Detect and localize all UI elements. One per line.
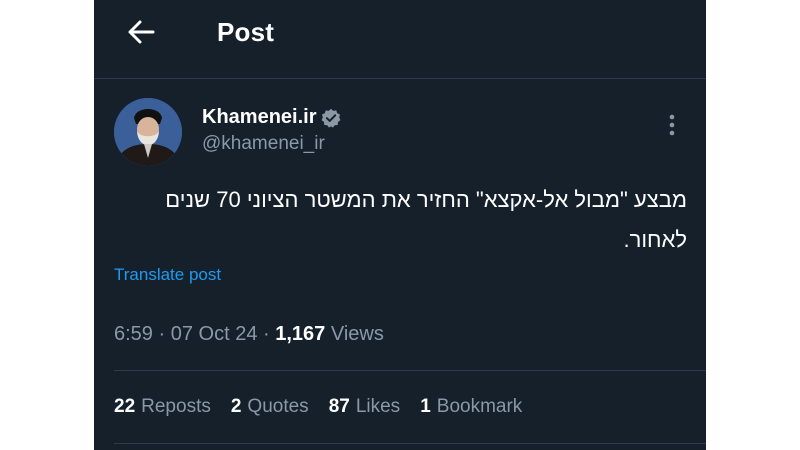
views-count: 1,167 [275, 323, 326, 345]
reposts-label: Reposts [141, 396, 211, 417]
back-button[interactable] [124, 16, 158, 50]
arrow-left-icon [128, 20, 155, 44]
more-vertical-icon [669, 114, 675, 136]
author-handle[interactable]: @khamenei_ir [202, 133, 325, 155]
likes-stat[interactable]: 87 Likes [329, 396, 401, 418]
meta-separator: · [263, 323, 276, 345]
reposts-stat[interactable]: 22 Reposts [114, 396, 211, 418]
views-label: Views [330, 323, 384, 345]
meta-separator: · [158, 323, 171, 345]
avatar-image [114, 98, 182, 166]
top-bar: Post [94, 0, 706, 79]
quotes-label: Quotes [247, 396, 309, 417]
author-name[interactable]: Khamenei.ir [202, 106, 316, 129]
bookmarks-label: Bookmark [436, 396, 523, 417]
post-text: מבצע "מבול אל-אקצא" החזיר את המשטר הציונ… [165, 187, 687, 252]
reposts-count: 22 [114, 396, 136, 417]
bookmarks-count: 1 [420, 396, 431, 417]
translate-post-link[interactable]: Translate post [114, 265, 221, 285]
likes-label: Likes [355, 396, 401, 417]
bookmarks-stat[interactable]: 1 Bookmark [420, 396, 522, 418]
post-detail-panel: Post Khamenei.ir @khamenei_ir מבצע "מבול… [94, 0, 706, 450]
quotes-stat[interactable]: 2 Quotes [231, 396, 309, 418]
page-title: Post [217, 17, 275, 47]
divider [114, 443, 706, 444]
post-date[interactable]: 07 Oct 24 [171, 323, 258, 345]
quotes-count: 2 [230, 396, 242, 417]
author-name-row: Khamenei.ir [202, 106, 341, 129]
divider [114, 370, 706, 371]
likes-count: 87 [328, 396, 350, 417]
avatar[interactable] [114, 98, 182, 166]
verified-badge-icon [322, 108, 341, 128]
engagement-stats: 22 Reposts 2 Quotes 87 Likes 1 Bookmark [114, 396, 542, 418]
post-metadata: 6:59 · 07 Oct 24 · 1,167 Views [114, 323, 384, 346]
post-time[interactable]: 6:59 [114, 323, 153, 345]
more-options-button[interactable] [660, 112, 684, 140]
